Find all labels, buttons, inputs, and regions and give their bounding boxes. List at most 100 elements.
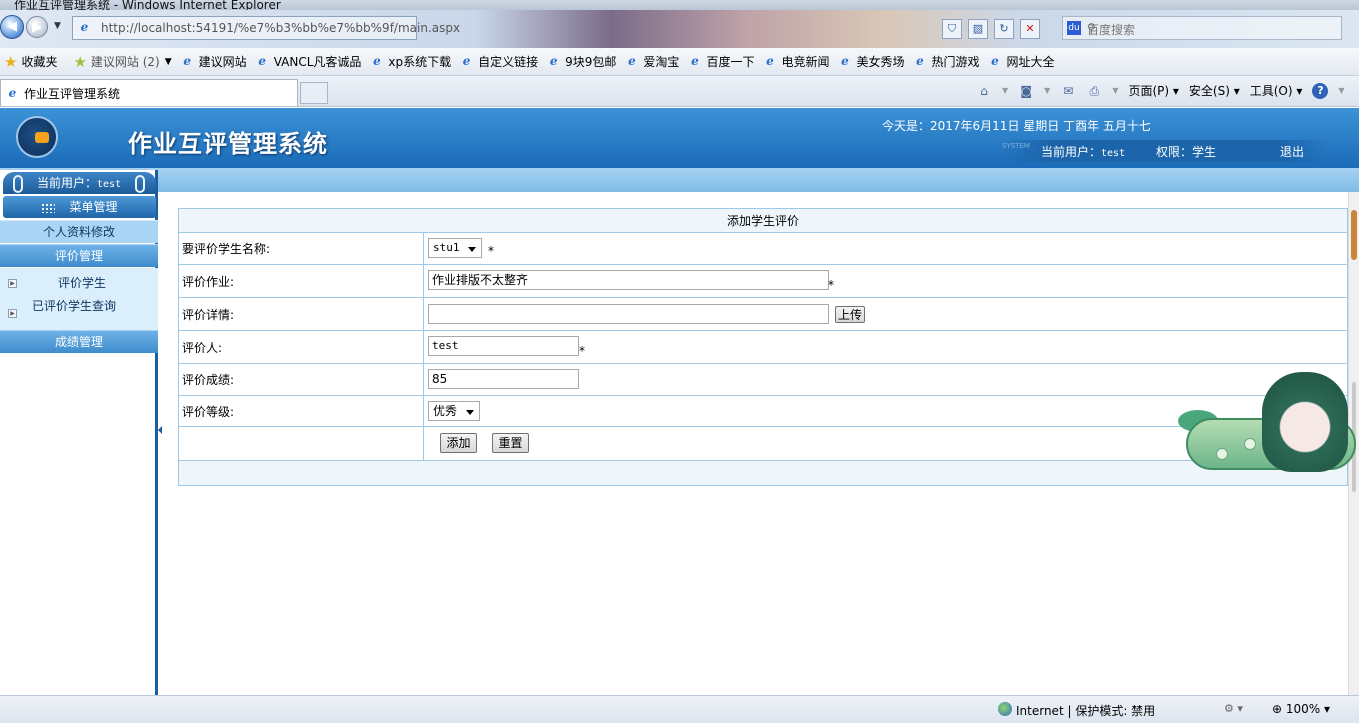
current-user: 当前用户：test: [1041, 143, 1125, 160]
tools-menu[interactable]: 工具(O) ▾: [1250, 82, 1303, 99]
fav-link[interactable]: e 热门游戏: [912, 53, 979, 70]
ie-icon: e: [766, 54, 774, 68]
recent-pages-dropdown-icon[interactable]: ▼: [54, 21, 61, 31]
fav-suggested-sites[interactable]: ★ 建议网站 (2) ▼: [69, 53, 171, 71]
required-mark: *: [488, 244, 494, 258]
tools-menu-label: 工具(O): [1249, 84, 1293, 98]
protected-mode-icon[interactable]: ⚙ ▾: [1224, 702, 1243, 715]
print-icon[interactable]: ⎙: [1086, 83, 1102, 99]
help-icon[interactable]: ?: [1312, 82, 1329, 99]
fav-link[interactable]: e 爱淘宝: [624, 53, 679, 70]
logout-link[interactable]: 退出: [1280, 143, 1304, 160]
shield-icon[interactable]: ⛉: [942, 19, 962, 39]
chevron-down-icon[interactable]: ▼: [1112, 86, 1118, 95]
favorites-bar: ★ 收藏夹 ★ 建议网站 (2) ▼ e 建议网站 e VANCL凡客诚品 e xp系…: [0, 48, 1359, 76]
grade-select-value: 优秀: [433, 404, 458, 418]
mail-icon[interactable]: ✉: [1060, 83, 1076, 99]
new-tab-button[interactable]: [300, 82, 328, 104]
ie-icon: e: [691, 54, 699, 68]
rss-icon[interactable]: ◙: [1018, 83, 1034, 99]
mascot-button[interactable]: [1216, 448, 1228, 460]
fav-link[interactable]: e 电竞新闻: [762, 53, 829, 70]
app-title: 作业互评管理系统: [128, 129, 328, 158]
form-row-homework: 评价作业: 作业排版不太整齐 *: [179, 265, 1347, 298]
sidebar-user-label: 当前用户：: [37, 176, 98, 190]
home-icon[interactable]: ⌂: [976, 83, 992, 99]
browser-tab[interactable]: e 作业互评管理系统: [0, 79, 298, 106]
ie-icon: e: [549, 54, 558, 68]
address-url[interactable]: http://localhost:54191/%e7%b3%bb%e7%bb%9…: [101, 21, 460, 35]
globe-icon: [998, 702, 1012, 716]
sidebar-item-grades[interactable]: 成绩管理: [0, 330, 158, 353]
back-button[interactable]: ◀: [0, 15, 24, 39]
fav-link[interactable]: e VANCL凡客诚品: [255, 53, 361, 70]
score-input[interactable]: 85: [428, 369, 579, 389]
suggested-sites-icon: ★: [73, 52, 87, 71]
mascot-widget[interactable]: [1178, 372, 1356, 476]
chevron-down-icon: ▼: [164, 56, 172, 67]
search-icon[interactable]: ⚲: [1087, 21, 1337, 35]
evaluator-label: 评价人:: [179, 331, 424, 363]
ie-icon: e: [628, 54, 636, 68]
fav-link[interactable]: e 自定义链接: [459, 53, 538, 70]
sidebar-item-evaluation[interactable]: 评价管理: [0, 244, 158, 267]
student-label: 要评价学生名称:: [179, 233, 424, 264]
evaluator-input[interactable]: test: [428, 336, 579, 356]
sidebar-user-name: test: [97, 179, 122, 190]
command-bar: ⌂ ▼ ◙ ▼ ✉ ⎙ ▼ 页面(P) ▾ 安全(S) ▾ 工具(O) ▾ ? …: [976, 82, 1345, 99]
ie-icon: e: [183, 54, 191, 68]
date-text: 今天是：2017年6月11日 星期日 丁酉年 五月十七: [882, 119, 1151, 133]
compatibility-view-icon[interactable]: ▧: [968, 19, 988, 39]
chevron-down-icon[interactable]: ▼: [1002, 86, 1008, 95]
fav-link[interactable]: e 网址大全: [988, 53, 1054, 70]
sidebar-user: 当前用户：test: [3, 172, 156, 194]
student-select-value: stu1: [433, 241, 460, 254]
fav-label: 美女秀场: [856, 55, 905, 69]
clip-icon: [13, 175, 23, 193]
safety-menu[interactable]: 安全(S) ▾: [1189, 82, 1240, 99]
form-row-score: 评价成绩: 85: [179, 364, 1347, 396]
required-mark: *: [828, 278, 834, 292]
homework-input[interactable]: 作业排版不太整齐: [428, 270, 829, 290]
zoom-control[interactable]: ⊕ 100% ▾: [1272, 702, 1330, 716]
fav-label: 建议网站: [198, 55, 247, 69]
chevron-down-icon[interactable]: ▼: [1044, 86, 1050, 95]
ie-page-icon: e: [80, 20, 89, 34]
favorites-star-icon[interactable]: ★: [4, 53, 17, 71]
tab-title: 作业互评管理系统: [24, 86, 121, 101]
sidebar-item-profile[interactable]: 个人资料修改: [0, 220, 158, 243]
current-user-name: test: [1101, 148, 1126, 159]
fav-link[interactable]: e xp系统下载: [369, 53, 451, 70]
app-header: 作业互评管理系统 今天是：2017年6月11日 星期日 丁酉年 五月十七 SYS…: [0, 108, 1359, 168]
fav-link[interactable]: e 美女秀场: [837, 53, 904, 70]
scroll-thumb[interactable]: [1351, 210, 1357, 260]
page-menu[interactable]: 页面(P) ▾: [1128, 82, 1178, 99]
fav-link[interactable]: e 建议网站: [180, 53, 247, 70]
upload-button[interactable]: 上传: [835, 306, 865, 323]
forward-button[interactable]: ▶: [26, 16, 48, 38]
menu-header: 菜单管理: [3, 196, 156, 218]
favorites-button[interactable]: 收藏夹: [21, 53, 57, 70]
mascot-button[interactable]: [1244, 438, 1256, 450]
student-cell: stu1 *: [424, 233, 1347, 264]
fav-link[interactable]: e 9块9包邮: [546, 53, 617, 70]
detail-input[interactable]: [428, 304, 829, 324]
fav-link[interactable]: e 百度一下: [687, 53, 754, 70]
reset-button[interactable]: 重置: [492, 433, 529, 453]
chevron-down-icon[interactable]: ▼: [1338, 86, 1344, 95]
main-content: 添加学生评价 要评价学生名称: stu1 * 评价作业: 作业排版不太整齐 * …: [162, 192, 1348, 695]
stop-icon[interactable]: ✕: [1020, 19, 1040, 39]
search-box[interactable]: du 百度搜索 ⚲: [1062, 16, 1342, 40]
sidebar-item-evaluate-student[interactable]: ▶ 评价学生: [0, 268, 158, 297]
add-button[interactable]: 添加: [440, 433, 477, 453]
address-box[interactable]: e http://localhost:54191/%e7%b3%bb%e7%bb…: [72, 16, 460, 40]
sidebar: 当前用户：test 菜单管理 个人资料修改 评价管理 ▶ 评价学生 ▶ 已评价学…: [0, 170, 158, 695]
sidebar-item-evaluated-query[interactable]: ▶ 已评价学生查询: [0, 297, 158, 330]
homework-label: 评价作业:: [179, 265, 424, 297]
grade-select[interactable]: 优秀: [428, 401, 480, 421]
student-select[interactable]: stu1: [428, 238, 482, 258]
refresh-icon[interactable]: ↻: [994, 19, 1014, 39]
ie-icon: e: [841, 54, 849, 68]
security-zone[interactable]: Internet | 保护模式: 禁用: [1016, 702, 1155, 719]
detail-cell: 上传: [424, 298, 1347, 330]
